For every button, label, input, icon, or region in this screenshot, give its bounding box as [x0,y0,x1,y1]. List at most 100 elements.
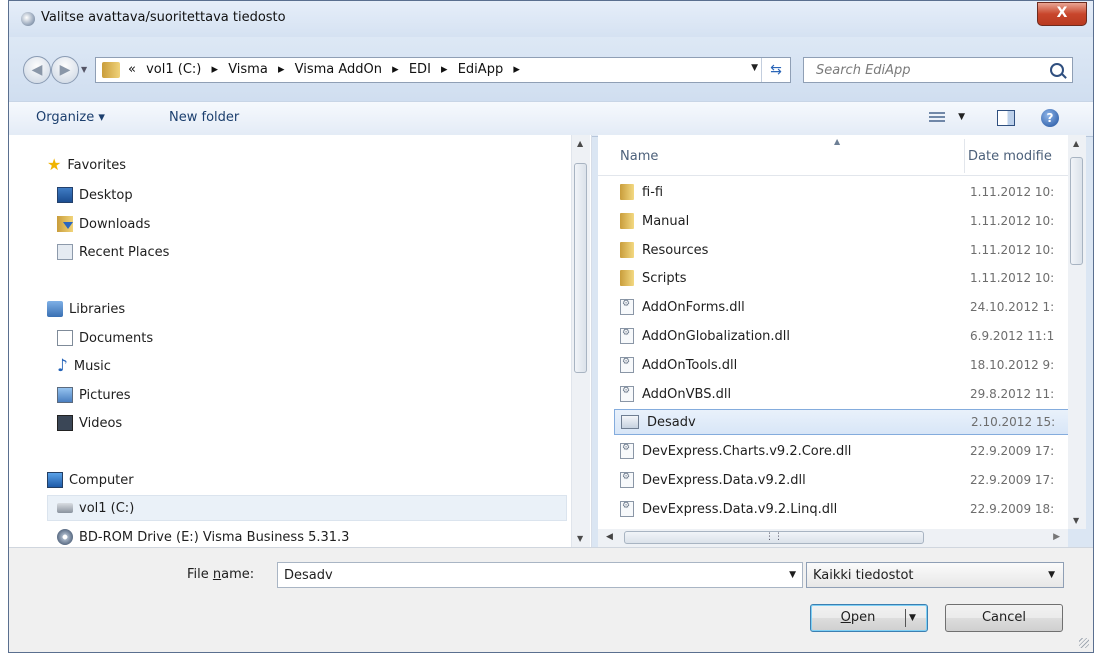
column-name[interactable]: Name [620,149,658,164]
nav-music[interactable]: ♪ Music [57,356,111,376]
nav-vol1[interactable]: vol1 (C:) [57,498,134,518]
open-button[interactable]: Open ▼ [810,604,928,632]
file-row[interactable]: AddOnVBS.dll 29.8.2012 11: [614,381,1070,407]
refresh-icon[interactable]: ⇆ [761,58,790,82]
file-row[interactable]: DevExpress.Charts.v9.2.Core.dll 22.9.2009… [614,438,1070,464]
file-name-value: Desadv [284,568,333,583]
breadcrumb-separator[interactable]: ▸ [278,62,285,77]
scroll-down-icon[interactable]: ▼ [1073,516,1079,525]
file-row[interactable]: AddOnTools.dll 18.10.2012 9: [614,352,1070,378]
search-input[interactable]: Search EdiApp [803,57,1073,83]
sort-ascending-icon: ▲ [834,137,841,146]
dll-file-icon [620,472,634,488]
forward-button[interactable]: ▶ [51,56,79,84]
nav-label: vol1 (C:) [79,500,135,516]
file-row[interactable]: DevExpress.Data.v9.2.Linq.dll 22.9.2009 1… [614,496,1070,522]
folder-icon [620,213,634,229]
scroll-up-icon[interactable]: ▲ [1073,139,1079,148]
breadcrumb-overflow[interactable]: « [128,62,136,77]
navigation-scrollbar[interactable]: ▲ ▼ [571,135,590,547]
disc-drive-icon [57,529,73,545]
file-row[interactable]: Desadv 2.10.2012 15: [614,409,1070,435]
folder-icon [620,242,634,258]
scroll-thumb[interactable]: ⋮⋮ [624,531,924,544]
file-row[interactable]: AddOnGlobalization.dll 6.9.2012 11:1 [614,323,1070,349]
split-divider [905,609,906,627]
close-button[interactable]: X [1037,2,1087,26]
column-divider[interactable] [964,139,965,173]
recent-locations-dropdown[interactable]: ▼ [81,65,87,74]
nav-videos[interactable]: Videos [57,413,122,433]
preview-pane-icon[interactable] [997,110,1015,126]
navigation-pane: ★ Favorites Desktop Downloads Recent Plac… [9,135,592,547]
scroll-right-icon[interactable]: ▶ [1053,532,1060,542]
nav-label: Downloads [79,216,151,232]
column-header: Name ▲ Date modifie [598,135,1070,176]
label-text: ame: [221,567,255,582]
file-name-dropdown-icon[interactable]: ▼ [789,570,796,580]
scroll-left-icon[interactable]: ◀ [606,532,613,542]
nav-pictures[interactable]: Pictures [57,385,130,405]
file-row[interactable]: fi-fi 1.11.2012 10: [614,179,1070,205]
breadcrumb-visma[interactable]: Visma [228,62,268,77]
back-arrow-icon: ◀ [31,62,43,78]
libraries-icon [47,301,63,317]
address-bar-area: ◀ ▶ ▼ « vol1 (C:) ▸ Visma ▸ Visma AddOn … [9,37,1093,101]
file-date-modified: 1.11.2012 10: [970,243,1055,257]
file-row[interactable]: Scripts 1.11.2012 10: [614,265,1070,291]
change-view-icon[interactable] [929,112,945,124]
nav-desktop[interactable]: Desktop [57,185,133,205]
file-list-horizontal-scrollbar[interactable]: ◀ ⋮⋮ ▶ [598,529,1068,547]
file-type-select[interactable]: Kaikki tiedostot ▼ [806,562,1064,588]
nav-label: Computer [69,472,134,488]
cancel-button[interactable]: Cancel [945,604,1063,632]
file-row[interactable]: DevExpress.Data.v9.2.dll 22.9.2009 17: [614,467,1070,493]
nav-documents[interactable]: Documents [57,328,153,348]
nav-label: Pictures [79,387,131,403]
file-row[interactable]: Resources 1.11.2012 10: [614,237,1070,263]
scroll-thumb[interactable] [1070,157,1083,265]
nav-downloads[interactable]: Downloads [57,214,150,234]
breadcrumb-separator[interactable]: ▸ [441,62,448,77]
file-name: AddOnForms.dll [642,299,745,315]
address-bar[interactable]: « vol1 (C:) ▸ Visma ▸ Visma AddOn ▸ EDI … [95,57,791,83]
address-dropdown-icon[interactable]: ▼ [751,63,758,73]
open-options-dropdown-icon[interactable]: ▼ [909,605,916,631]
organize-button[interactable]: Organize ▾ [36,110,105,125]
file-date-modified: 22.9.2009 17: [970,473,1055,487]
file-list-vertical-scrollbar[interactable]: ▲ ▼ [1068,135,1086,529]
file-row[interactable]: AddOnForms.dll 24.10.2012 1: [614,294,1070,320]
nav-computer[interactable]: Computer [47,470,134,490]
breadcrumb-separator[interactable]: ▸ [513,62,520,77]
breadcrumb-edi[interactable]: EDI [409,62,431,77]
label-text: pen [850,610,876,625]
breadcrumb-visma-addon[interactable]: Visma AddOn [295,62,382,77]
command-bar: Organize ▾ New folder ▼ ? [9,101,1093,137]
file-name-label: File name: [187,567,254,582]
breadcrumb-separator[interactable]: ▸ [392,62,399,77]
file-name: AddOnGlobalization.dll [642,328,791,344]
new-folder-button[interactable]: New folder [169,110,239,125]
nav-libraries[interactable]: Libraries [47,299,125,319]
breadcrumb-ediapp[interactable]: EdiApp [458,62,503,77]
search-icon[interactable] [1050,63,1064,77]
breadcrumb-vol1[interactable]: vol1 (C:) [146,62,201,77]
documents-icon [57,330,73,346]
chevron-down-icon[interactable]: ▼ [1048,570,1055,580]
nav-favorites[interactable]: ★ Favorites [47,155,126,175]
forward-arrow-icon: ▶ [59,62,71,78]
file-name-field[interactable]: Desadv ▼ [277,562,803,588]
file-row[interactable]: Manual 1.11.2012 10: [614,208,1070,234]
view-options-dropdown-icon[interactable]: ▼ [958,112,965,122]
scroll-thumb[interactable] [574,163,587,373]
breadcrumb-separator[interactable]: ▸ [212,62,219,77]
nav-bd-rom[interactable]: BD-ROM Drive (E:) Visma Business 5.31.3 [57,527,349,547]
back-button[interactable]: ◀ [23,56,51,84]
column-date-modified[interactable]: Date modifie [968,149,1052,164]
nav-recent-places[interactable]: Recent Places [57,242,169,262]
resize-grip-icon[interactable] [1079,638,1089,648]
help-icon[interactable]: ? [1041,109,1059,127]
title-bar[interactable]: Valitse avattava/suoritettava tiedosto X [9,1,1093,37]
scroll-up-icon[interactable]: ▲ [577,139,583,148]
scroll-down-icon[interactable]: ▼ [577,534,583,543]
